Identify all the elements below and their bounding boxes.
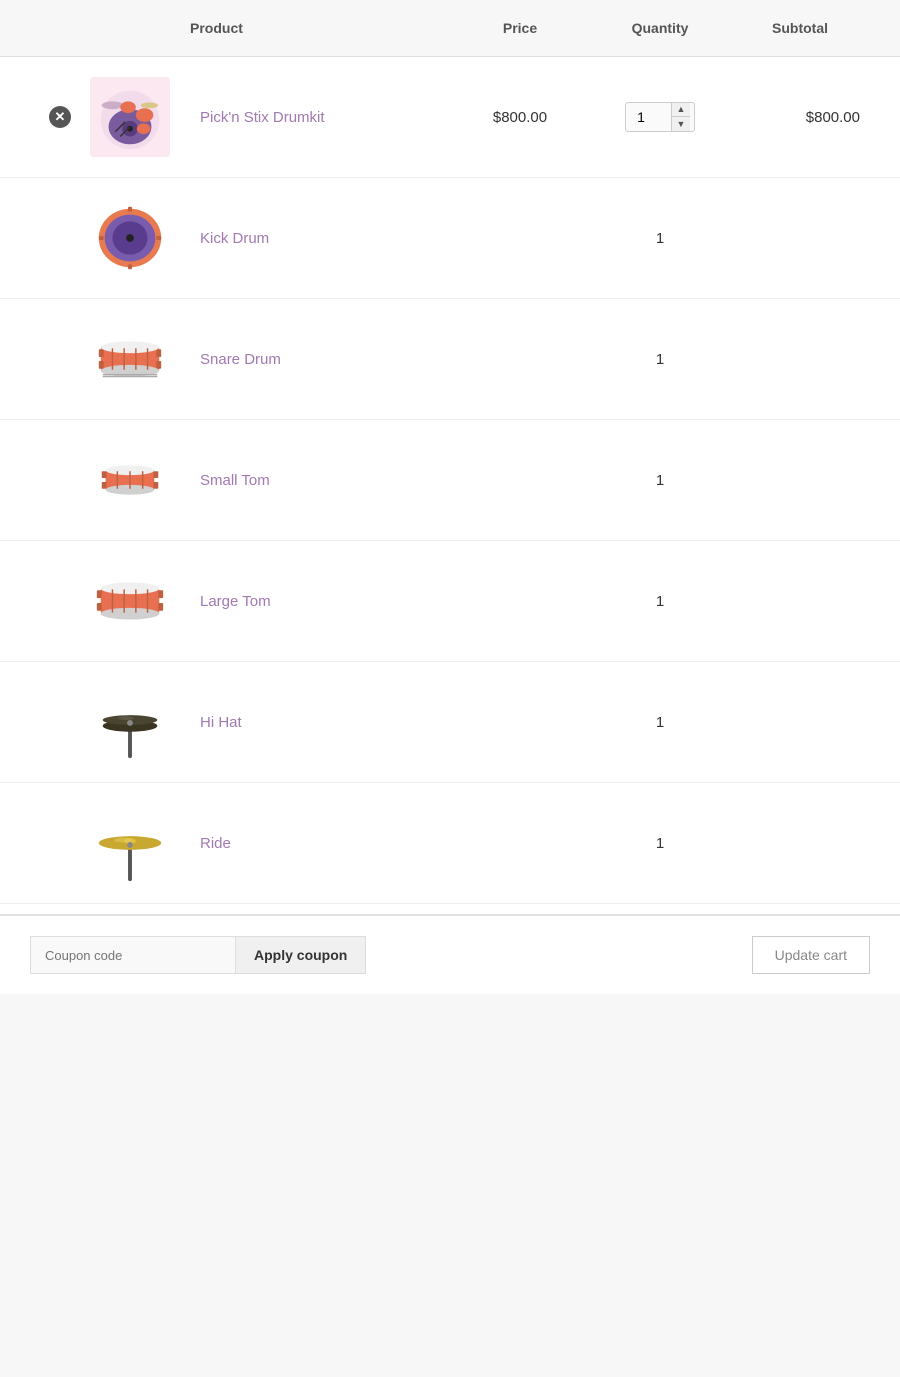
quantity-cell-drumkit: ▲ ▼	[590, 102, 730, 132]
coupon-input[interactable]	[30, 936, 235, 974]
product-image-hihat	[90, 682, 170, 762]
coupon-section: Apply coupon	[30, 936, 366, 974]
header-quantity: Quantity	[590, 20, 730, 36]
header-product: Product	[190, 20, 450, 36]
cart-table: Product Price Quantity Subtotal ✕	[0, 0, 900, 994]
product-name-large-tom: Large Tom	[190, 593, 450, 610]
header-subtotal: Subtotal	[730, 20, 870, 36]
remove-button[interactable]: ✕	[30, 106, 90, 128]
product-name-snare: Snare Drum	[190, 351, 450, 368]
product-image-drumkit	[90, 77, 170, 157]
table-row: Kick Drum 1	[0, 178, 900, 299]
table-row: Small Tom 1	[0, 420, 900, 541]
quantity-kick: 1	[590, 230, 730, 247]
quantity-snare: 1	[590, 351, 730, 368]
table-row: Hi Hat 1	[0, 662, 900, 783]
quantity-ride: 1	[590, 835, 730, 852]
quantity-down[interactable]: ▼	[672, 117, 690, 131]
table-header: Product Price Quantity Subtotal	[0, 0, 900, 57]
update-cart-button[interactable]: Update cart	[752, 936, 870, 974]
product-image-small-tom	[90, 440, 170, 520]
subtotal-drumkit: $800.00	[730, 109, 870, 126]
apply-coupon-button[interactable]: Apply coupon	[235, 936, 366, 974]
product-name-hihat: Hi Hat	[190, 714, 450, 731]
header-price: Price	[450, 20, 590, 36]
product-name-kick: Kick Drum	[190, 230, 450, 247]
table-row: ✕	[0, 57, 900, 178]
product-image-large-tom	[90, 561, 170, 641]
remove-icon: ✕	[49, 106, 71, 128]
header-remove	[30, 20, 90, 36]
product-price-drumkit: $800.00	[450, 109, 590, 126]
cart-footer: Apply coupon Update cart	[0, 914, 900, 994]
product-name-small-tom: Small Tom	[190, 472, 450, 489]
quantity-small-tom: 1	[590, 472, 730, 489]
product-name-ride: Ride	[190, 835, 450, 852]
table-row: Snare Drum 1	[0, 299, 900, 420]
quantity-up[interactable]: ▲	[672, 103, 690, 117]
quantity-hihat: 1	[590, 714, 730, 731]
table-row: Ride 1	[0, 783, 900, 904]
product-name-drumkit: Pick'n Stix Drumkit	[190, 109, 450, 126]
quantity-large-tom: 1	[590, 593, 730, 610]
quantity-input-wrap: ▲ ▼	[625, 102, 695, 132]
table-row: Large Tom 1	[0, 541, 900, 662]
product-image-snare	[90, 319, 170, 399]
product-image-kick	[90, 198, 170, 278]
quantity-spinners: ▲ ▼	[671, 103, 690, 131]
header-image	[90, 20, 190, 36]
product-image-ride	[90, 803, 170, 883]
quantity-input[interactable]	[626, 104, 671, 130]
